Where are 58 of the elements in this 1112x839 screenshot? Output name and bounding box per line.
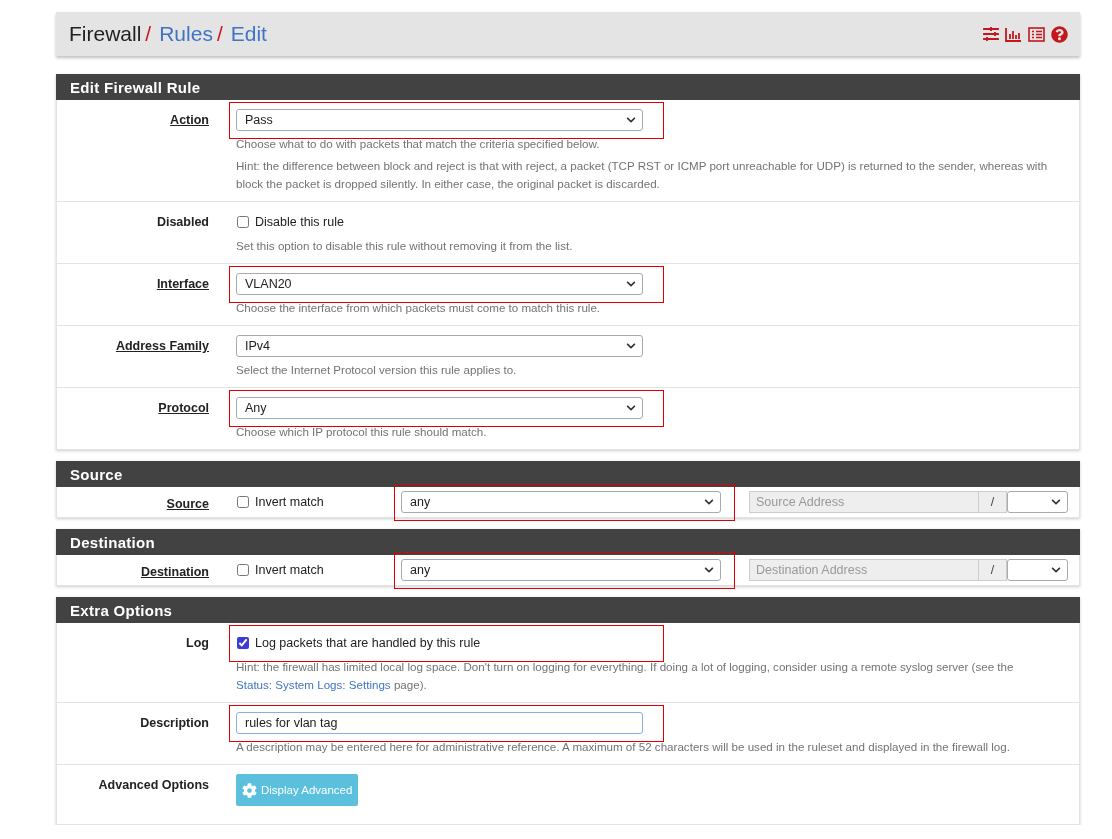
dropdown-select[interactable]: any <box>401 491 721 513</box>
sliders-icon[interactable] <box>983 26 999 42</box>
chevron-icon <box>626 115 636 125</box>
help-text: Select the Internet Protocol version this rule applies to. <box>236 362 518 378</box>
section-header: Destination <box>56 529 1080 555</box>
gear-icon <box>242 782 257 798</box>
section-header: Source <box>56 461 1080 487</box>
field-label: Source <box>165 496 209 513</box>
slash-text: / <box>979 491 1007 513</box>
help-text: A description may be entered here for administrative reference. A maximum of 52 characters will be used in the ruleset and displayed in the firewall log. <box>236 739 1011 755</box>
chevron-icon <box>1051 497 1061 507</box>
checkbox-option[interactable]: Invert match <box>236 559 401 581</box>
breadcrumb-link[interactable]: Rules <box>159 22 213 46</box>
checkbox[interactable] <box>237 564 249 576</box>
slash-text: / <box>979 559 1007 581</box>
dropdown-select[interactable]: VLAN20 <box>236 273 643 295</box>
chevron-icon <box>704 565 714 575</box>
field-label: Protocol <box>157 400 209 417</box>
dropdown-select[interactable]: Any <box>236 397 643 419</box>
dropdown-select[interactable]: any <box>401 559 721 581</box>
field-label: Description <box>139 715 209 732</box>
chevron-icon <box>626 279 636 289</box>
help-text: Choose the interface from which packets must come to match this rule. <box>236 300 602 316</box>
dropdown-select[interactable]: IPv4 <box>236 335 643 357</box>
breadcrumb-separator: / <box>216 22 223 46</box>
checkbox[interactable] <box>237 496 249 508</box>
section-header: Extra Options <box>56 597 1080 623</box>
checkbox-option[interactable]: Disable this rule <box>236 211 643 233</box>
help-text: Hint: the firewall has limited local log space. Don't turn on logging for everything. If doing a lot of logging, consider using a remote syslog server (see the Status: System Logs: Settings page). <box>236 659 1015 693</box>
checkbox[interactable] <box>237 216 249 228</box>
breadcrumb-link[interactable]: Edit <box>230 22 267 46</box>
help-icon[interactable] <box>1051 25 1068 43</box>
section-header: Edit Firewall Rule <box>56 74 1080 100</box>
list-icon[interactable] <box>1028 26 1045 42</box>
breadcrumb-separator: / <box>145 22 152 46</box>
chevron-icon <box>626 341 636 351</box>
help-text: Set this option to disable this rule without removing it from the list. <box>236 238 574 254</box>
dropdown-select[interactable]: Pass <box>236 109 643 131</box>
checkbox-option[interactable]: Log packets that are handled by this rule <box>236 632 643 654</box>
field-label: Disabled <box>155 214 209 231</box>
checkbox[interactable] <box>237 637 249 649</box>
settings-link[interactable]: Status: System Logs: Settings <box>236 678 391 691</box>
chevron-icon <box>626 403 636 413</box>
help-text: Choose which IP protocol this rule should match. <box>236 424 488 440</box>
bar-chart-icon[interactable] <box>1005 26 1022 42</box>
chevron-icon <box>704 497 714 507</box>
field-label: Action <box>169 112 209 129</box>
field-label: Destination <box>139 564 209 581</box>
field-label: Advanced Options <box>97 777 209 794</box>
field-label: Address Family <box>114 338 209 355</box>
breadcrumb-title: Firewall <box>69 22 142 46</box>
checkbox-option[interactable]: Invert match <box>236 491 401 513</box>
chevron-icon <box>1051 565 1061 575</box>
field-label: Interface <box>155 276 209 293</box>
description-field[interactable]: rules for vlan tag <box>236 712 643 734</box>
field-label: Log <box>185 635 209 652</box>
help-text: Hint: the difference between block and reject is that with reject, a packet (TCP RST or ICMP port unreachable for UDP) is returned to the sender, whereas with block the packet is dropped silently. In either case, the original packet is discarded. <box>236 158 1049 192</box>
help-text: Choose what to do with packets that match the criteria specified below. <box>236 136 601 152</box>
